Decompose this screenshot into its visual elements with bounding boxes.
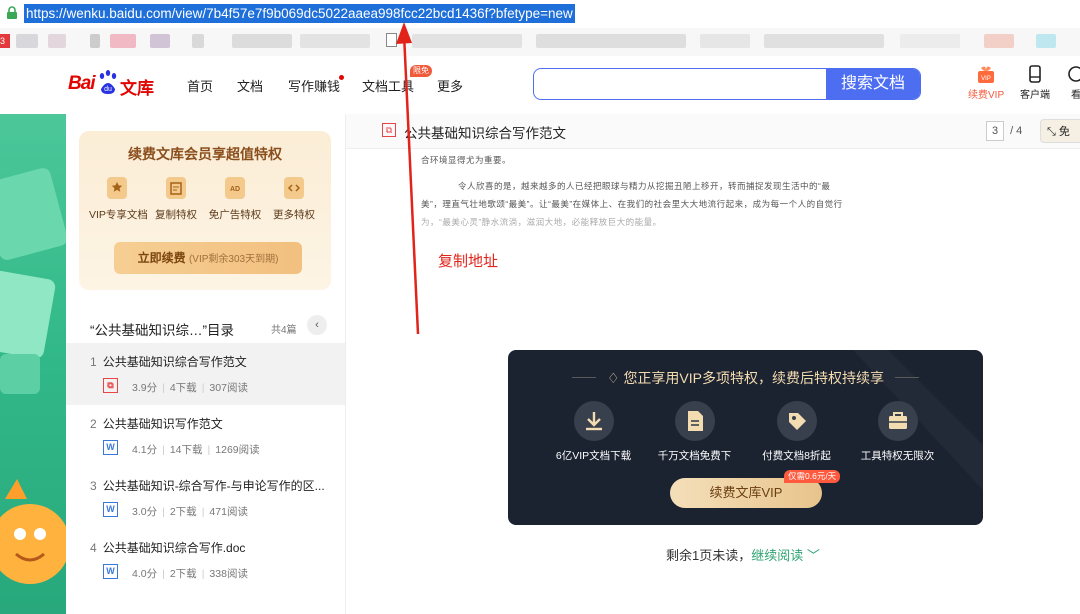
- feature-discount: 付费文档8折起: [749, 401, 844, 463]
- vip-panel-title: ♢ 您正享用VIP多项特权，续费后特权持续享: [606, 370, 885, 386]
- svg-text:AD: AD: [230, 186, 240, 193]
- star-doc-icon: [107, 177, 127, 199]
- url-text[interactable]: https://wenku.baidu.com/view/7b4f57e7f9b…: [24, 4, 575, 23]
- benefit-copy[interactable]: 复制特权: [148, 177, 204, 222]
- toc-title: “公共基础知识综…”目录: [90, 323, 234, 338]
- expand-icon: ⤡: [1047, 126, 1056, 138]
- feature-free-docs: 千万文档免费下: [647, 401, 742, 463]
- pdf-icon: ⧉: [382, 123, 396, 137]
- continue-reading-link[interactable]: 继续阅读: [751, 548, 803, 563]
- svg-text:du: du: [104, 86, 112, 93]
- client-link[interactable]: 客户端: [1020, 64, 1050, 101]
- document-line: 合环境显得尤为重要。: [421, 155, 512, 165]
- red-arrow-icon: [396, 22, 420, 335]
- page-number-input[interactable]: 3: [986, 121, 1004, 141]
- annotation-copy-address: 复制地址: [438, 253, 499, 270]
- diamond-icon: ♢: [606, 370, 620, 386]
- lock-icon: [7, 6, 17, 19]
- benefit-vip-docs[interactable]: VIP专享文档: [89, 177, 148, 222]
- chevron-left-icon: ‹: [315, 319, 319, 331]
- toc-count: 共4篇: [271, 325, 297, 336]
- toolbox-icon: [877, 401, 918, 441]
- vip-renew-card: 续费文库会员享超值特权 VIP专享文档 复制特权 AD 免广告特权 更多特权 立…: [79, 131, 331, 290]
- benefit-no-ads[interactable]: AD 免广告特权: [207, 177, 263, 222]
- bookmarks-bar: 3: [0, 28, 1080, 56]
- remaining-pages: 剩余1页未读，继续阅读 ﹀: [666, 548, 820, 563]
- renew-vip-link[interactable]: VIP 续费VIP: [968, 64, 1004, 101]
- ad-icon: AD: [225, 177, 245, 199]
- mascot-illustration: [0, 168, 66, 584]
- feature-tools: 工具特权无限次: [850, 401, 945, 463]
- code-icon: [284, 177, 304, 199]
- clock-icon: [1068, 66, 1080, 82]
- benefit-more[interactable]: 更多特权: [266, 177, 322, 222]
- document-title: 公共基础知识综合写作范文: [404, 126, 566, 141]
- search-input[interactable]: [534, 69, 844, 99]
- page-indicator: 3 / 4: [986, 121, 1022, 141]
- phone-icon: [1029, 65, 1041, 83]
- chevron-down-icon[interactable]: ﹀: [807, 548, 820, 563]
- nav-docs[interactable]: 文档: [237, 76, 263, 95]
- toc-item[interactable]: 3 公共基础知识-综合写作-与申论写作的区... W 3.0分 | 2下载 | 471阅读: [66, 467, 345, 529]
- baidu-wenku-logo[interactable]: Bai du 文库: [68, 69, 154, 99]
- new-dot: [339, 75, 344, 80]
- search-box: 搜索文档: [533, 68, 921, 100]
- tag-icon: [776, 401, 817, 441]
- svg-text:VIP: VIP: [981, 76, 991, 82]
- document-line: 为，“最美心灵”静水流淌，滋润大地，必能释放巨大的能量。: [421, 217, 662, 227]
- collapse-toc-button[interactable]: ‹: [307, 315, 327, 335]
- download-icon: [573, 401, 614, 441]
- nav-more[interactable]: 更多: [437, 76, 463, 95]
- price-tag-badge: 仅需0.6元/天: [784, 470, 841, 483]
- renew-now-button[interactable]: 立即续费 (VIP剩余303天到期): [114, 242, 302, 274]
- nav-write-earn[interactable]: 写作赚钱: [288, 76, 340, 95]
- site-header: Bai du 文库 首页 文档 写作赚钱 文档工具 限免 更多 搜索文档 VIP…: [0, 56, 1080, 114]
- nav-home[interactable]: 首页: [187, 76, 213, 95]
- fullscreen-button[interactable]: ⤡ 免: [1040, 119, 1080, 143]
- sidebar: 续费文库会员享超值特权 VIP专享文档 复制特权 AD 免广告特权 更多特权 立…: [66, 114, 345, 614]
- word-icon: W: [103, 564, 118, 579]
- document-icon: [674, 401, 715, 441]
- pdf-icon: ⧉: [103, 378, 118, 393]
- search-button[interactable]: 搜索文档: [826, 69, 920, 99]
- toc-item[interactable]: 1 公共基础知识综合写作范文 ⧉ 3.9分 | 4下载 | 307阅读: [66, 343, 345, 405]
- vip-card-title: 续费文库会员享超值特权: [128, 146, 282, 162]
- toc-item[interactable]: 2 公共基础知识写作范文 W 4.1分 | 14下载 | 1269阅读: [66, 405, 345, 467]
- copy-icon: [166, 177, 186, 199]
- word-icon: W: [103, 502, 118, 517]
- tab-badge: 3: [0, 34, 10, 48]
- paw-icon: du: [99, 70, 117, 94]
- word-icon: W: [103, 440, 118, 455]
- toc-item[interactable]: 4 公共基础知识综合写作.doc W 4.0分 | 2下载 | 338阅读: [66, 529, 345, 591]
- vip-gift-icon: VIP: [978, 66, 995, 83]
- document-header: ⧉ 公共基础知识综合写作范文 3 / 4 ⤡ 免: [346, 114, 1080, 149]
- history-link[interactable]: 看: [1066, 64, 1080, 101]
- feature-vip-download: 6亿VIP文档下载: [546, 401, 641, 463]
- promo-banner: [0, 114, 66, 614]
- document-line: 令人欣喜的是，越来越多的人已经把眼球与精力从挖掘丑陋上移开，转而捕捉发现生活中的…: [458, 181, 831, 191]
- vip-promo-panel: ♢ 您正享用VIP多项特权，续费后特权持续享 6亿VIP文档下载 千万文档免费下…: [508, 350, 983, 525]
- document-line: 美”，理直气壮地歌颂“最美”。让“最美”在媒体上、在我们的社会里大大地流行起来，…: [421, 199, 843, 209]
- address-bar[interactable]: https://wenku.baidu.com/view/7b4f57e7f9b…: [0, 0, 1080, 28]
